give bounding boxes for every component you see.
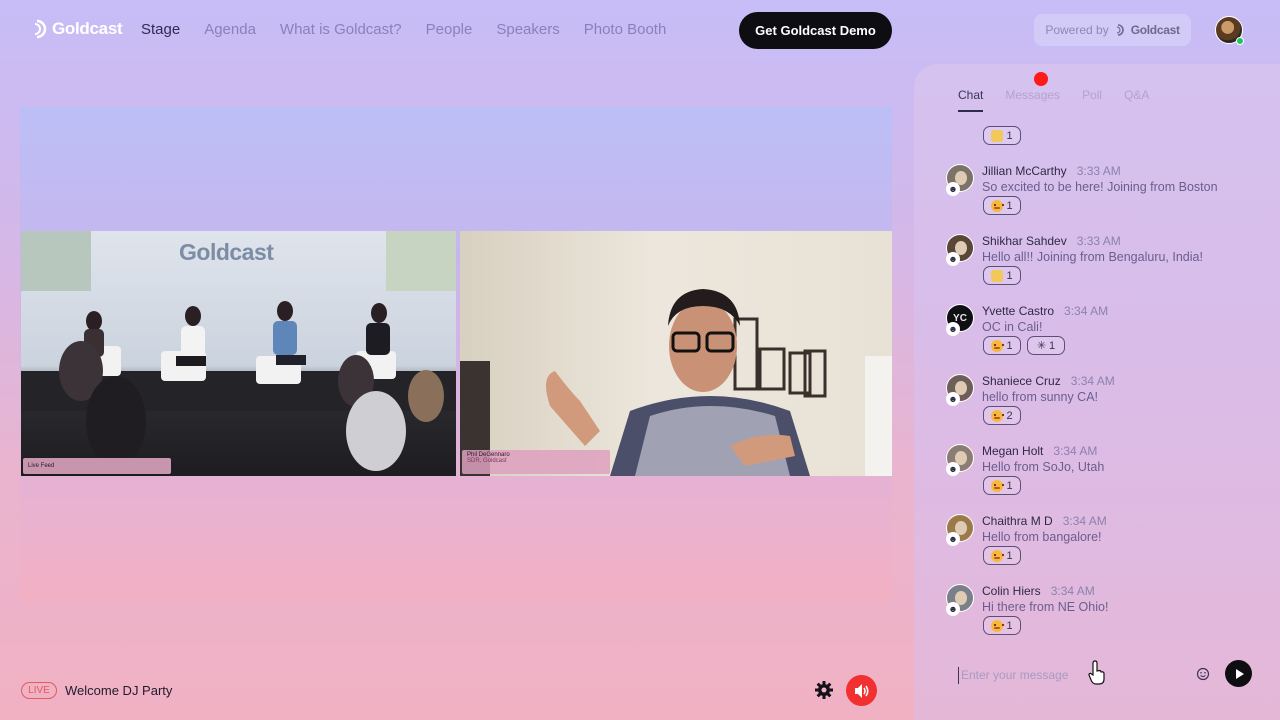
user-badge-icon: ☻ xyxy=(946,322,960,336)
reaction-chip[interactable]: 1 xyxy=(983,196,1021,215)
reaction-chip[interactable]: 1 xyxy=(983,476,1021,495)
user-badge-icon: ☻ xyxy=(946,602,960,616)
powered-by-label: Powered by xyxy=(1045,23,1109,37)
audio-toggle-button[interactable] xyxy=(846,675,877,706)
message-text: Hello from SoJo, Utah xyxy=(982,460,1105,474)
stage-area: Goldcast Live Feed Phil DeGennaro SDR, G… xyxy=(20,107,892,600)
message-author[interactable]: Colin Hiers xyxy=(982,584,1041,598)
message-time: 3:34 AM xyxy=(1053,444,1098,458)
tab-messages[interactable]: Messages xyxy=(1005,88,1060,112)
message-author[interactable]: Yvette Castro xyxy=(982,304,1054,318)
panel-scene-image xyxy=(21,231,456,471)
message-time: 3:34 AM xyxy=(1062,514,1107,528)
speaker-webcam-image xyxy=(460,289,892,476)
user-badge-icon: ☻ xyxy=(946,182,960,196)
main-nav: Stage Agenda What is Goldcast? People Sp… xyxy=(141,21,666,38)
reaction-chip[interactable]: 1 xyxy=(983,546,1021,565)
message-time: 3:34 AM xyxy=(1064,304,1109,318)
user-badge-icon: ☻ xyxy=(946,532,960,546)
nav-item-photo-booth[interactable]: Photo Booth xyxy=(584,21,667,38)
message-text: OC in Cali! xyxy=(982,320,1043,334)
reaction-chip[interactable]: 2 xyxy=(983,406,1021,425)
sparkle-icon: ✳ xyxy=(1036,340,1047,352)
message-author[interactable]: Shaniece Cruz xyxy=(982,374,1061,388)
message-text: hello from sunny CA! xyxy=(982,390,1099,404)
message-time: 3:34 AM xyxy=(1050,584,1095,598)
messages-notification-dot xyxy=(1034,72,1048,86)
tab-chat[interactable]: Chat xyxy=(958,88,984,112)
online-status-indicator xyxy=(1236,37,1244,45)
chat-message-input[interactable]: Enter your message xyxy=(958,667,1068,684)
chat-panel: Chat Messages Poll Q&A 1 ☻ Jillian McCar… xyxy=(914,64,1280,720)
cat-face-icon xyxy=(991,129,1004,142)
speaker-role: SDR, Goldcast xyxy=(467,458,507,464)
speaker-volume-icon xyxy=(854,683,869,698)
chat-tabs: Chat Messages Poll Q&A xyxy=(958,88,1171,112)
goldcast-mark-icon xyxy=(1116,24,1124,36)
grin-face-icon xyxy=(991,619,1005,632)
cat-face-icon xyxy=(991,269,1004,282)
reaction-chip[interactable]: 1 xyxy=(983,266,1021,285)
grin-face-icon xyxy=(991,339,1005,352)
video-label-speaker: Phil DeGennaro SDR, Goldcast xyxy=(462,450,610,474)
grin-face-icon xyxy=(991,479,1005,492)
grin-face-icon xyxy=(991,549,1005,562)
stage-backdrop-logo: Goldcast xyxy=(179,239,274,265)
event-title: Welcome DJ Party xyxy=(65,683,173,698)
message-text: So excited to be here! Joining from Bost… xyxy=(982,180,1218,194)
settings-gear-icon[interactable] xyxy=(814,680,834,700)
send-message-button[interactable] xyxy=(1225,660,1252,687)
reaction-chip[interactable]: 1 xyxy=(983,616,1021,635)
nav-item-what-is-goldcast[interactable]: What is Goldcast? xyxy=(280,21,402,38)
user-badge-icon: ☻ xyxy=(946,252,960,266)
message-time: 3:33 AM xyxy=(1076,164,1121,178)
nav-item-people[interactable]: People xyxy=(426,21,473,38)
get-demo-button[interactable]: Get Goldcast Demo xyxy=(739,12,892,49)
message-time: 3:34 AM xyxy=(1070,374,1115,388)
live-badge: LIVE xyxy=(21,682,57,699)
send-arrow-icon xyxy=(1235,668,1244,679)
reaction-chip[interactable]: 1 xyxy=(983,126,1021,145)
mouse-pointer-icon xyxy=(1088,660,1105,685)
message-text: Hi there from NE Ohio! xyxy=(982,600,1109,614)
message-text: Hello from bangalore! xyxy=(982,530,1102,544)
message-author[interactable]: Megan Holt xyxy=(982,444,1043,458)
grin-face-icon xyxy=(991,199,1005,212)
logo-text: Goldcast xyxy=(52,19,123,38)
user-badge-icon: ☻ xyxy=(946,392,960,406)
emoji-picker-icon[interactable] xyxy=(1196,667,1210,681)
nav-item-agenda[interactable]: Agenda xyxy=(204,21,256,38)
nav-item-stage[interactable]: Stage xyxy=(141,21,180,38)
nav-item-speakers[interactable]: Speakers xyxy=(496,21,559,38)
video-label-live-feed: Live Feed xyxy=(23,458,171,474)
goldcast-logo-icon xyxy=(34,19,47,39)
reaction-chip[interactable]: ✳ 1 xyxy=(1027,336,1065,355)
tab-poll[interactable]: Poll xyxy=(1082,88,1102,112)
live-feed-video[interactable]: Goldcast Live Feed xyxy=(21,231,456,476)
message-author[interactable]: Shikhar Sahdev xyxy=(982,234,1067,248)
message-text: Hello all!! Joining from Bengaluru, Indi… xyxy=(982,250,1203,264)
powered-by-brand: Goldcast xyxy=(1130,23,1180,37)
user-badge-icon: ☻ xyxy=(946,462,960,476)
goldcast-logo[interactable]: Goldcast xyxy=(32,18,123,40)
grin-face-icon xyxy=(991,409,1005,422)
message-time: 3:33 AM xyxy=(1076,234,1121,248)
powered-by-badge[interactable]: Powered by Goldcast xyxy=(1034,14,1191,46)
reaction-chip[interactable]: 1 xyxy=(983,336,1021,355)
speaker-video[interactable]: Phil DeGennaro SDR, Goldcast xyxy=(460,231,892,476)
message-author[interactable]: Chaithra M D xyxy=(982,514,1053,528)
message-author[interactable]: Jillian McCarthy xyxy=(982,164,1067,178)
top-bar: Goldcast Stage Agenda What is Goldcast? … xyxy=(0,0,1280,62)
tab-qa[interactable]: Q&A xyxy=(1124,88,1149,112)
